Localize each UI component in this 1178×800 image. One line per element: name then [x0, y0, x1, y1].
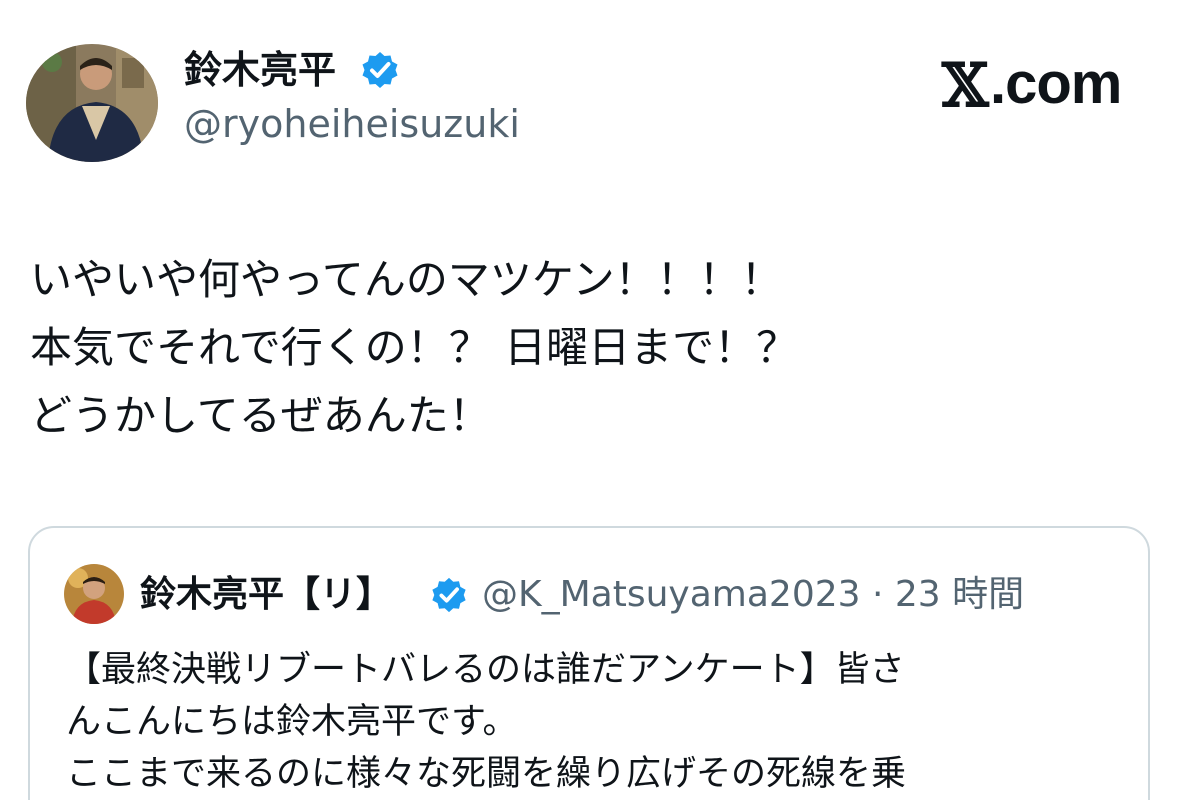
- quoted-author-avatar[interactable]: [64, 564, 124, 624]
- tweet-line: 本気でそれで行くの！？ 日曜日まで！？: [30, 323, 799, 372]
- quote-line: んこんにちは鈴木亮平です。: [66, 702, 518, 742]
- quoted-author-name[interactable]: 鈴木亮平【リ】: [140, 572, 392, 618]
- quote-line: 【最終決戦リブートバレるのは誰だアンケート】皆さ: [66, 650, 905, 690]
- tweet-text: いやいや何やってんのマツケン！！！！ 本気でそれで行くの！？ 日曜日まで！？ ど…: [30, 246, 1150, 450]
- site-name[interactable]: .com: [990, 54, 1122, 114]
- tweet-line: どうかしてるぜあんた！: [30, 391, 491, 440]
- quoted-tweet-header: 鈴木亮平【リ】 @K_Matsuyama2023 · 23 時間: [30, 528, 1148, 628]
- author-handle[interactable]: @ryoheiheisuzuki: [184, 100, 520, 148]
- quote-line: ここまで来るのに様々な死闘を繰り広げその死線を乗: [66, 754, 907, 794]
- quoted-handle-timestamp[interactable]: @K_Matsuyama2023 · 23 時間: [482, 572, 1024, 618]
- verified-badge-icon: [360, 50, 400, 90]
- tweet-line: いやいや何やってんのマツケン！！！！: [30, 255, 783, 304]
- verified-badge-icon: [430, 576, 468, 614]
- author-name[interactable]: 鈴木亮平: [184, 46, 336, 94]
- x-logo-icon[interactable]: 𝕏: [942, 56, 989, 116]
- quoted-tweet-text: 【最終決戦リブートバレるのは誰だアンケート】皆さ んこんにちは鈴木亮平です。 こ…: [66, 644, 1126, 800]
- quoted-tweet-card[interactable]: 鈴木亮平【リ】 @K_Matsuyama2023 · 23 時間 【最終決戦リブ…: [28, 526, 1150, 800]
- tweet-header: 鈴木亮平 @ryoheiheisuzuki 𝕏 .com: [0, 0, 1178, 180]
- author-avatar[interactable]: [26, 44, 158, 162]
